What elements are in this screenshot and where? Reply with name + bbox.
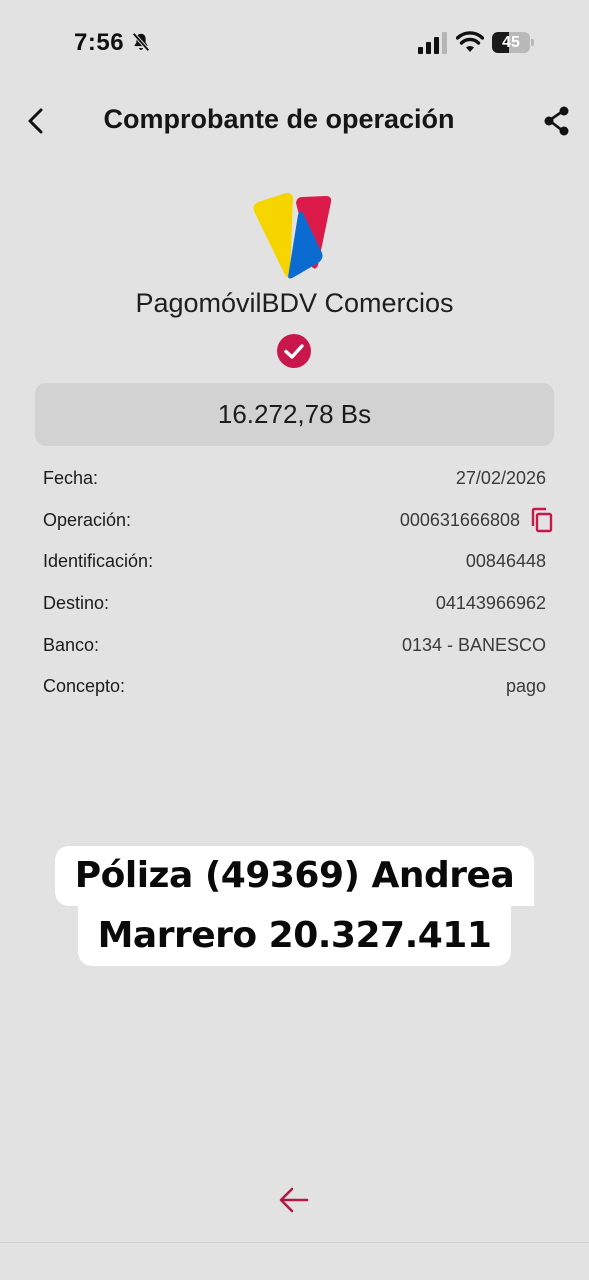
detail-label: Operación: — [43, 509, 132, 530]
share-button[interactable] — [541, 104, 573, 138]
brand-name: PagomóvilBDV Comercios — [135, 288, 454, 318]
bell-muted-icon — [132, 32, 150, 52]
detail-value-wrap: 000631666808 — [399, 507, 553, 533]
detail-value: 0134 - BANESCO — [401, 634, 546, 655]
detail-row-concepto: Concepto: pago — [43, 666, 546, 708]
arrow-left-icon[interactable] — [278, 1186, 310, 1214]
detail-row-destino: Destino: 04143966962 — [43, 583, 546, 625]
detail-value: 000631666808 — [399, 509, 520, 530]
detail-row-fecha: Fecha: 27/02/2026 — [43, 458, 546, 500]
caption-overlay: Póliza (49369) Andrea Marrero 20.327.411 — [0, 846, 589, 966]
caption-line-2: Marrero 20.327.411 — [77, 906, 512, 966]
battery-level: 45 — [502, 34, 520, 51]
detail-value: 04143966962 — [435, 593, 546, 614]
detail-label: Identificación: — [43, 551, 154, 572]
amount-box: 16.272,78 Bs — [35, 383, 554, 446]
detail-label: Destino: — [43, 593, 110, 614]
pagomovil-logo — [253, 193, 332, 279]
page-title: Comprobante de operación — [103, 104, 455, 134]
status-time: 7:56 — [74, 29, 125, 56]
wifi-icon — [456, 31, 484, 52]
detail-value: 27/02/2026 — [455, 468, 546, 489]
status-bar: 7:56 45 — [0, 0, 589, 88]
bottom-divider — [0, 1242, 589, 1243]
success-check-icon — [277, 334, 311, 368]
amount-value: 16.272,78 Bs — [217, 399, 372, 429]
detail-row-operacion: Operación: 000631666808 — [43, 500, 553, 542]
battery-icon: 45 — [492, 32, 534, 53]
app-header: Comprobante de operación — [0, 88, 589, 154]
detail-label: Banco: — [43, 634, 100, 655]
logo-yellow-card — [253, 193, 293, 277]
detail-value: 00846448 — [465, 551, 546, 572]
caption-line-1: Póliza (49369) Andrea — [54, 846, 535, 906]
detail-value: pago — [505, 676, 546, 697]
detail-label: Concepto: — [43, 676, 126, 697]
detail-row-identificacion: Identificación: 00846448 — [43, 541, 546, 583]
cellular-signal-icon — [418, 32, 447, 54]
detail-label: Fecha: — [43, 468, 99, 489]
operation-details: Fecha: 27/02/2026 Operación: 00063166680… — [43, 458, 553, 708]
copy-icon[interactable] — [530, 507, 554, 533]
detail-row-banco: Banco: 0134 - BANESCO — [43, 624, 546, 666]
